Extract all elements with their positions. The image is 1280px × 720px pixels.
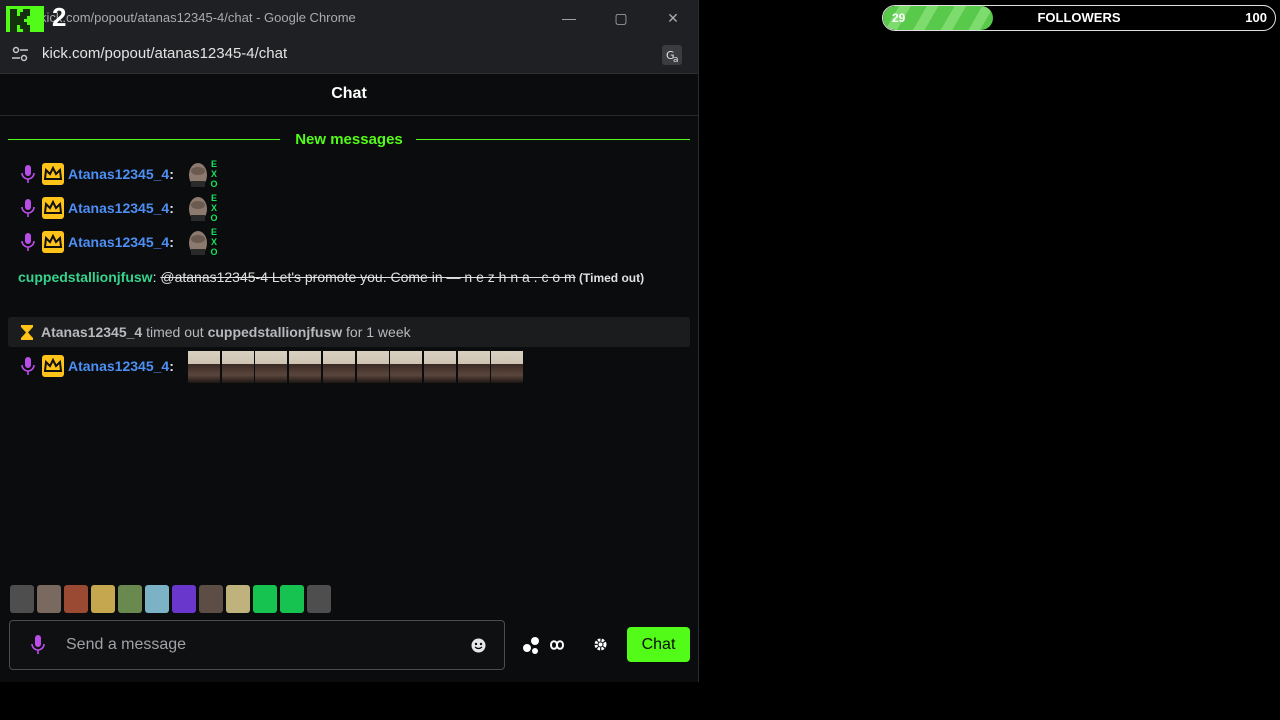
new-messages-divider: New messages bbox=[8, 130, 690, 150]
emote-5-icon[interactable] bbox=[118, 585, 142, 613]
emote-thumbnail bbox=[221, 351, 254, 383]
username[interactable]: Atanas12345_4: bbox=[68, 200, 174, 216]
username[interactable]: cuppedstallionjfusw bbox=[18, 269, 153, 285]
timed-out-user[interactable]: cuppedstallionjfusw bbox=[208, 324, 343, 340]
emote-thumbnail bbox=[423, 351, 456, 383]
crown-badge-icon bbox=[42, 355, 64, 377]
chat-header: Chat bbox=[0, 74, 698, 116]
emote-2-icon[interactable] bbox=[37, 585, 61, 613]
exo-emote-label: EXO bbox=[210, 159, 218, 189]
overlay-count: 2 bbox=[52, 2, 67, 32]
face-emote-icon bbox=[189, 163, 207, 187]
microphone-badge-icon bbox=[21, 165, 35, 183]
emote-10-icon[interactable] bbox=[253, 585, 277, 613]
emote-thumbnail bbox=[322, 351, 355, 383]
site-settings-icon[interactable] bbox=[11, 46, 29, 62]
settings-gear-icon[interactable] bbox=[593, 637, 608, 652]
emote-thumbnail bbox=[457, 351, 490, 383]
username[interactable]: Atanas12345_4: bbox=[68, 234, 174, 250]
microphone-icon[interactable] bbox=[31, 635, 45, 654]
microphone-badge-icon bbox=[21, 357, 35, 375]
emote-8-icon[interactable] bbox=[199, 585, 223, 613]
emote-thumbnail bbox=[390, 351, 423, 383]
username[interactable]: Atanas12345_4: bbox=[68, 358, 174, 374]
timed-out-label: (Timed out) bbox=[575, 271, 645, 285]
username[interactable]: Atanas12345_4: bbox=[68, 166, 174, 182]
crown-badge-icon bbox=[42, 231, 64, 253]
exo-emote-label: EXO bbox=[210, 193, 218, 223]
kick-logo-icon bbox=[6, 6, 44, 32]
emote-6-icon[interactable] bbox=[145, 585, 169, 613]
emote-thumbnail bbox=[491, 351, 524, 383]
emote-11-icon[interactable] bbox=[280, 585, 304, 613]
timeout-notice: Atanas12345_4 timed out cuppedstallionjf… bbox=[8, 317, 690, 347]
minimize-button[interactable]: — bbox=[555, 6, 583, 30]
emote-1-icon[interactable] bbox=[10, 585, 34, 613]
emote-3-icon[interactable] bbox=[64, 585, 88, 613]
emote-thumbnail bbox=[289, 351, 322, 383]
microphone-badge-icon bbox=[21, 199, 35, 217]
followers-goal: 100 bbox=[1245, 10, 1267, 25]
maximize-button[interactable]: ▢ bbox=[607, 6, 635, 30]
emote-12-icon[interactable] bbox=[307, 585, 331, 613]
message-input[interactable]: Send a message bbox=[9, 620, 505, 670]
title-bar: kick.com/popout/atanas12345-4/chat - Goo… bbox=[0, 0, 698, 36]
address-bar[interactable]: kick.com/popout/atanas12345-4/chat G a bbox=[0, 36, 698, 74]
kick-points-icon[interactable] bbox=[521, 636, 569, 654]
send-chat-button[interactable]: Chat bbox=[627, 627, 690, 662]
chat-title: Chat bbox=[331, 85, 367, 102]
message-text: @atanas12345-4 Let's promote you. Come i… bbox=[160, 269, 576, 285]
face-emote-icon bbox=[189, 197, 207, 221]
hourglass-icon bbox=[21, 325, 33, 340]
translate-icon[interactable]: G a bbox=[661, 44, 683, 66]
browser-window: kick.com/popout/atanas12345-4/chat - Goo… bbox=[0, 0, 699, 682]
new-messages-label: New messages bbox=[287, 131, 411, 148]
followers-goal-bar: 29 FOLLOWERS 100 bbox=[882, 5, 1276, 31]
crown-badge-icon bbox=[42, 163, 64, 185]
emote-4-icon[interactable] bbox=[91, 585, 115, 613]
chat-message-spam[interactable]: cuppedstallionjfusw: @atanas12345-4 Let'… bbox=[18, 266, 682, 289]
crown-badge-icon bbox=[42, 197, 64, 219]
moderator-name[interactable]: Atanas12345_4 bbox=[41, 324, 142, 340]
exo-emote-label: EXO bbox=[210, 227, 218, 257]
microphone-badge-icon bbox=[21, 233, 35, 251]
emote-7-icon[interactable] bbox=[172, 585, 196, 613]
message-placeholder: Send a message bbox=[66, 636, 187, 653]
followers-label: FOLLOWERS bbox=[1037, 10, 1121, 25]
close-button[interactable]: ✕ bbox=[659, 6, 687, 30]
face-emote-icon bbox=[189, 231, 207, 255]
emote-thumbnail bbox=[255, 351, 288, 383]
svg-text:a: a bbox=[673, 55, 679, 65]
emote-9-icon[interactable] bbox=[226, 585, 250, 613]
url-text[interactable]: kick.com/popout/atanas12345-4/chat bbox=[42, 45, 287, 62]
emoji-picker-icon[interactable] bbox=[471, 638, 486, 653]
emote-thumbnail bbox=[356, 351, 389, 383]
emote-thumbnail bbox=[188, 351, 220, 383]
window-title: kick.com/popout/atanas12345-4/chat - Goo… bbox=[40, 10, 356, 25]
